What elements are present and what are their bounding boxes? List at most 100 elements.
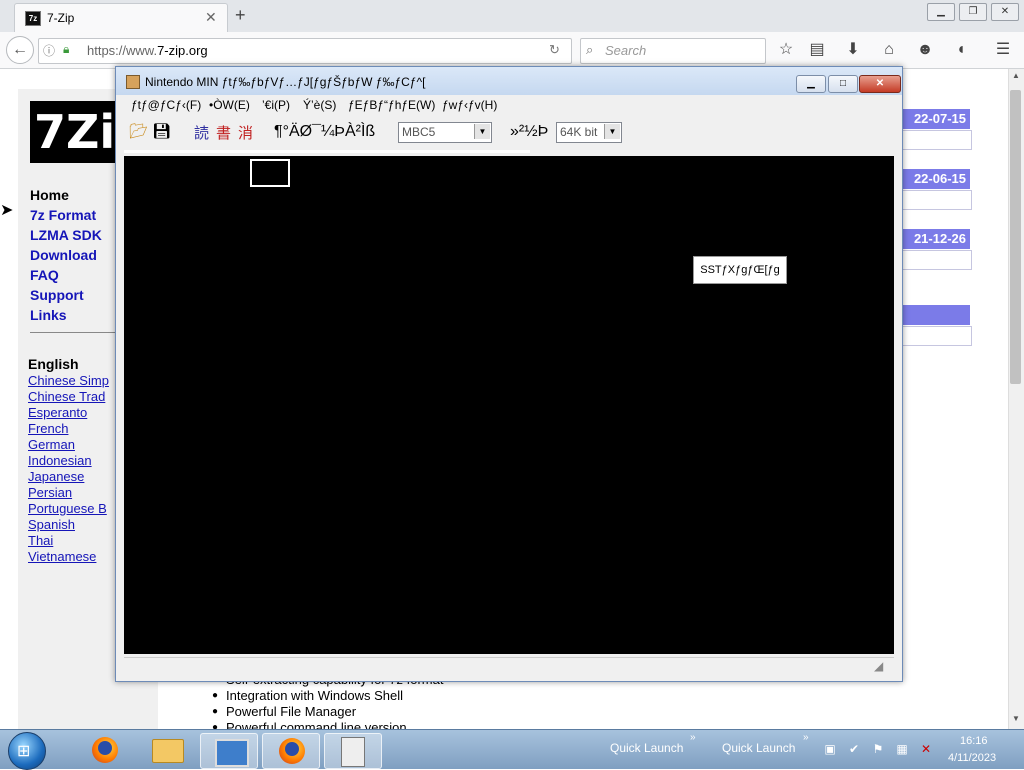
nav-7z-format[interactable]: 7z Format — [30, 207, 96, 223]
network-icon[interactable]: ▦ — [895, 742, 909, 756]
security-shield-icon[interactable]: ✔ — [847, 742, 861, 756]
erase-button[interactable]: 消 — [238, 122, 253, 143]
mouse-pointer-icon: ➤ — [0, 202, 14, 219]
lang-link-esperanto[interactable]: Esperanto — [28, 405, 87, 420]
menu-bar: ƒtƒ@ƒCƒ‹(F) •ÒW(E) ’€i(P) Ý’è(S) ƒEƒBƒ“ƒ… — [124, 95, 894, 115]
downloads-icon[interactable]: ⬇ — [840, 38, 866, 62]
open-folder-icon[interactable]: 📂︎ — [129, 122, 148, 140]
news-box — [900, 250, 972, 270]
taskbar-firefox-pinned[interactable] — [76, 733, 132, 767]
menu-parts[interactable]: ’€i(P) — [262, 98, 290, 112]
status-bar — [124, 657, 894, 674]
firefox-globe-icon — [98, 741, 112, 755]
control-panel-icon — [215, 739, 249, 767]
taskbar-flash-writer[interactable] — [324, 733, 382, 769]
chevron-icon[interactable]: » — [803, 732, 809, 743]
url-bar[interactable]: ⓘ 🔒︎ https://www.7-zip.org ↻ — [38, 38, 572, 64]
lang-link-japanese[interactable]: Japanese — [28, 469, 84, 484]
tab-strip: 7z 7-Zip ✕ + ▁ ❐ ✕ — [0, 0, 1024, 33]
news-date: 22-06-15 — [900, 169, 970, 189]
nav-home[interactable]: Home — [30, 187, 69, 203]
nav-faq[interactable]: FAQ — [30, 267, 59, 283]
display-area[interactable]: SSTƒXƒgƒŒ[ƒg — [124, 156, 894, 654]
hello-icon[interactable]: ☻ — [912, 38, 938, 62]
news-box — [900, 190, 972, 210]
taskbar-firefox[interactable] — [262, 733, 320, 769]
nav-support[interactable]: Support — [30, 287, 84, 303]
start-button[interactable]: ⊞ — [8, 732, 46, 770]
bullet: ● — [212, 706, 219, 717]
restore-button[interactable]: ❐ — [959, 3, 987, 21]
close-button[interactable]: ✕ — [859, 75, 901, 93]
home-icon[interactable]: ⌂ — [876, 38, 902, 62]
minimize-button[interactable]: ▁ — [927, 3, 955, 21]
lang-link-french[interactable]: French — [28, 421, 68, 436]
app-icon — [126, 75, 140, 89]
read-button[interactable]: 読 — [194, 122, 209, 143]
lang-link-indonesian[interactable]: Indonesian — [28, 453, 92, 468]
menu-window[interactable]: ƒEƒBƒ“ƒhƒE(W) — [348, 98, 435, 112]
close-tab-icon[interactable]: ✕ — [205, 9, 217, 26]
url-text: https://www.7-zip.org — [87, 43, 208, 58]
clock-time[interactable]: 16:16 — [960, 735, 988, 747]
close-window-button[interactable]: ✕ — [991, 3, 1019, 21]
menu-edit[interactable]: •ÒW(E) — [209, 98, 250, 112]
write-button[interactable]: 書 — [216, 122, 231, 143]
menu-help[interactable]: ƒwƒ‹ƒv(H) — [442, 98, 497, 112]
taskbar-explorer[interactable] — [138, 733, 194, 767]
news-box — [900, 326, 972, 346]
menu-settings[interactable]: Ý’è(S) — [303, 98, 336, 112]
scroll-down-icon[interactable]: ▼ — [1012, 714, 1020, 723]
lang-link-chinese-traditional[interactable]: Chinese Trad — [28, 389, 105, 404]
back-button[interactable]: ← — [6, 36, 34, 64]
search-bar[interactable]: ⌕ Search — [580, 38, 766, 64]
chevron-down-icon[interactable]: ▼ — [474, 124, 490, 139]
menu-icon[interactable]: ☰ — [990, 38, 1016, 62]
clipboard-icon[interactable]: ▣ — [823, 742, 837, 756]
cartridge-type-select[interactable]: MBC5 ▼ — [398, 122, 492, 143]
action-center-flag-icon[interactable]: ⚑ — [871, 742, 885, 756]
clock-date[interactable]: 4/11/2023 — [948, 752, 996, 764]
navigation-bar: ← ⓘ 🔒︎ https://www.7-zip.org ↻ ⌕ Search … — [0, 32, 1024, 69]
quick-launch-toolbar[interactable]: Quick Launch — [722, 741, 795, 755]
pocket-icon[interactable]: ◖ — [948, 38, 974, 62]
chevron-icon[interactable]: » — [690, 732, 696, 743]
bullet: ● — [212, 690, 219, 701]
quick-launch-toolbar[interactable]: Quick Launch — [610, 741, 683, 755]
lang-link-vietnamese[interactable]: Vietnamese — [28, 549, 96, 564]
folder-icon — [152, 739, 184, 763]
scroll-up-icon[interactable]: ▲ — [1012, 71, 1020, 80]
search-icon: ⌕ — [586, 42, 594, 57]
chevron-down-icon[interactable]: ▼ — [604, 124, 620, 139]
lang-link-thai[interactable]: Thai — [28, 533, 53, 548]
reading-list-icon[interactable]: ▤ — [804, 38, 830, 62]
lang-link-german[interactable]: German — [28, 437, 75, 452]
scrollbar-thumb[interactable] — [1010, 90, 1021, 384]
save-icon[interactable]: 💾︎ — [152, 122, 171, 140]
bookmark-star-icon[interactable]: ☆ — [773, 38, 799, 62]
feature-item: Powerful command line version — [226, 720, 407, 729]
new-tab-button[interactable]: + — [235, 5, 246, 26]
browser-tab[interactable]: 7z 7-Zip ✕ — [14, 3, 228, 33]
maximize-button[interactable]: □ — [828, 75, 858, 93]
lang-link-chinese-simplified[interactable]: Chinese Simp — [28, 373, 109, 388]
lang-link-persian[interactable]: Persian — [28, 485, 72, 500]
nav-links[interactable]: Links — [30, 307, 67, 323]
lang-link-spanish[interactable]: Spanish — [28, 517, 75, 532]
progress-strip — [124, 150, 530, 153]
reload-icon[interactable]: ↻ — [549, 42, 560, 58]
menu-file[interactable]: ƒtƒ@ƒCƒ‹(F) — [131, 98, 201, 112]
nav-lzma-sdk[interactable]: LZMA SDK — [30, 227, 102, 243]
taskbar-control-panel[interactable] — [200, 733, 258, 769]
resize-grip-icon[interactable]: ◢ — [874, 659, 883, 673]
minimize-button[interactable]: ▁ — [796, 75, 826, 93]
window-titlebar[interactable]: Nintendo MIN ƒtƒ‰ƒbƒVƒ…ƒJ[ƒgƒŠƒbƒW ƒ‰ƒCƒ… — [116, 67, 902, 95]
size-select[interactable]: 64K bit ▼ — [556, 122, 622, 143]
info-icon[interactable]: ⓘ — [43, 42, 55, 59]
tab-title: 7-Zip — [47, 11, 75, 25]
volume-muted-icon[interactable]: ✕ — [919, 742, 933, 756]
nav-download[interactable]: Download — [30, 247, 97, 263]
search-input[interactable]: Search — [605, 43, 646, 58]
lang-link-portuguese[interactable]: Portuguese B — [28, 501, 107, 516]
taskbar: ⊞ Quick Launch » Quick Launch » ▣ ✔ ⚑ ▦ … — [0, 729, 1024, 770]
